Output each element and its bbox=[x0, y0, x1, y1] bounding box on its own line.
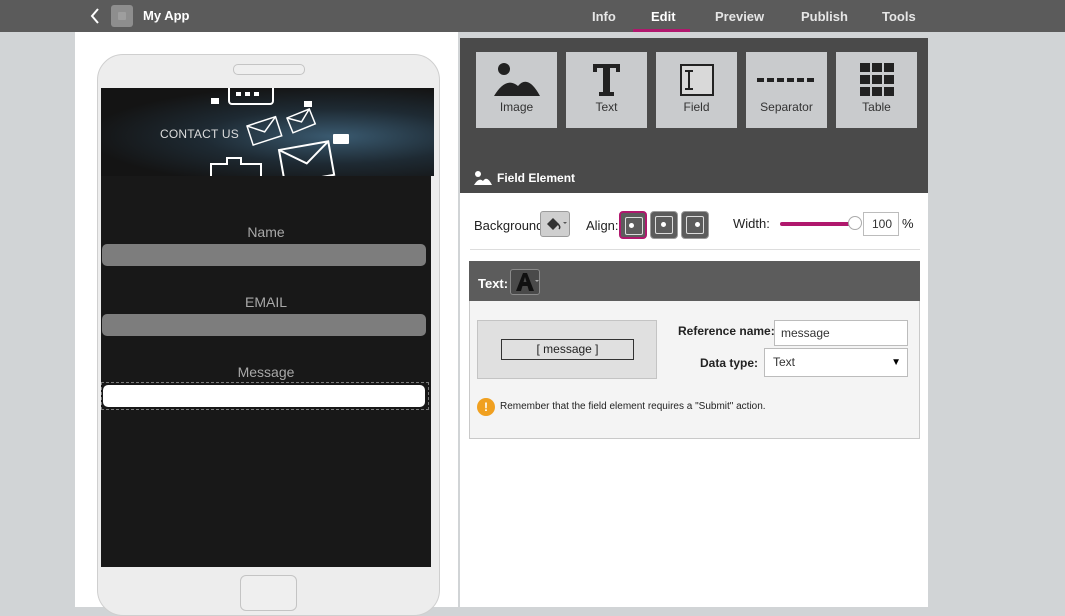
dropdown-arrow-icon: ▼ bbox=[891, 357, 901, 368]
add-image-button[interactable]: Image bbox=[476, 52, 557, 128]
phone-speaker bbox=[233, 64, 305, 75]
width-slider-track[interactable] bbox=[780, 222, 856, 226]
tool-label: Table bbox=[862, 100, 891, 114]
data-type-label: Data type: bbox=[700, 356, 759, 370]
tool-label: Text bbox=[595, 100, 618, 114]
tab-info[interactable]: Info bbox=[592, 9, 616, 24]
font-color-icon bbox=[516, 273, 539, 291]
back-chevron-icon[interactable] bbox=[86, 5, 106, 27]
tool-label: Separator bbox=[760, 100, 813, 114]
text-style-button[interactable] bbox=[510, 269, 540, 295]
envelopes-icon bbox=[210, 88, 349, 176]
app-icon bbox=[111, 5, 133, 27]
section-title: Field Element bbox=[497, 171, 576, 185]
warning-text: Remember that the field element requires… bbox=[500, 401, 766, 412]
name-field-input[interactable] bbox=[102, 244, 426, 266]
separator-icon bbox=[757, 78, 814, 82]
align-center-button[interactable] bbox=[650, 211, 678, 239]
message-field-input[interactable] bbox=[103, 385, 425, 407]
add-text-button[interactable]: Text bbox=[566, 52, 647, 128]
field-icon bbox=[680, 64, 714, 96]
add-separator-button[interactable]: Separator bbox=[746, 52, 827, 128]
reference-name-input[interactable]: message bbox=[774, 320, 908, 346]
paint-bucket-icon bbox=[547, 218, 567, 230]
text-icon bbox=[593, 64, 620, 96]
width-input[interactable]: 100 bbox=[863, 212, 899, 236]
tab-publish[interactable]: Publish bbox=[801, 9, 848, 24]
email-field-input[interactable] bbox=[102, 314, 426, 336]
data-type-select[interactable]: Text ▼ bbox=[764, 348, 908, 377]
background-color-button[interactable] bbox=[540, 211, 570, 237]
align-right-button[interactable] bbox=[681, 211, 709, 239]
background-label: Background: bbox=[474, 218, 547, 233]
align-label: Align: bbox=[586, 218, 619, 233]
tab-tools[interactable]: Tools bbox=[882, 9, 916, 24]
text-style-label: Text: bbox=[478, 276, 509, 291]
field-element-icon bbox=[474, 171, 492, 185]
phone-home-button bbox=[240, 575, 297, 611]
contact-banner-image[interactable]: CONTACT US bbox=[101, 88, 434, 176]
width-slider-thumb[interactable] bbox=[848, 216, 862, 230]
add-field-button[interactable]: Field bbox=[656, 52, 737, 128]
message-field-label: Message bbox=[237, 364, 295, 380]
warning-icon: ! bbox=[477, 398, 495, 416]
tool-label: Field bbox=[683, 100, 710, 114]
tab-preview[interactable]: Preview bbox=[715, 9, 764, 24]
email-field-label: EMAIL bbox=[244, 294, 287, 310]
reference-name-label: Reference name: bbox=[678, 324, 775, 338]
table-icon bbox=[860, 63, 894, 96]
image-icon bbox=[494, 63, 540, 96]
width-label: Width: bbox=[733, 216, 770, 231]
tool-label: Image bbox=[499, 100, 534, 114]
align-left-button[interactable] bbox=[619, 211, 647, 239]
tab-edit[interactable]: Edit bbox=[651, 9, 676, 24]
divider bbox=[470, 249, 920, 250]
width-unit: % bbox=[902, 216, 914, 231]
app-title: My App bbox=[143, 8, 190, 23]
data-type-value: Text bbox=[773, 355, 796, 369]
active-tab-indicator bbox=[633, 29, 690, 32]
add-table-button[interactable]: Table bbox=[836, 52, 917, 128]
name-field-label: Name bbox=[247, 224, 285, 240]
field-preview: [ message ] bbox=[501, 339, 634, 360]
